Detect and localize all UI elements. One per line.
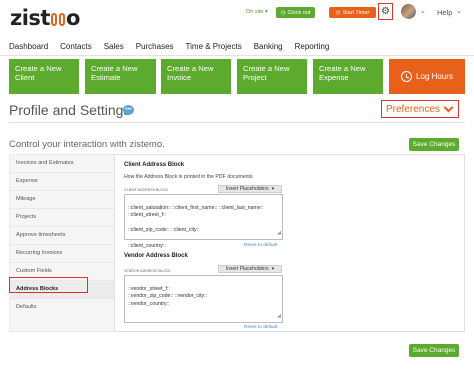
chevron-down-icon[interactable]: ⌄ xyxy=(420,7,426,15)
chevron-down-icon[interactable]: ⌄ xyxy=(456,7,462,15)
tile-label: Create a New Client xyxy=(15,64,62,82)
nav-dashboard[interactable]: Dashboard xyxy=(9,42,48,51)
page-title: Profile and Settings xyxy=(9,102,131,118)
tile-label: Create a New Project xyxy=(243,64,290,82)
onsite-label: On site xyxy=(246,9,264,15)
save-changes-button-bottom[interactable]: Save Changes xyxy=(409,344,459,357)
settings-sidebar: Invoices and Estimates Expense Mileage P… xyxy=(9,154,115,332)
vendor-insert-placeholders-button[interactable]: Insert Placeholders ▾ xyxy=(218,265,282,273)
active-item-highlight xyxy=(9,277,88,293)
resize-handle-icon[interactable]: ◢ xyxy=(277,313,281,321)
clock-out-button[interactable]: ◷ Clock out xyxy=(276,7,315,18)
help-link[interactable]: Help xyxy=(437,8,452,17)
create-expense-tile[interactable]: Create a New Expense xyxy=(313,59,383,94)
zistemo-logo[interactable]: zistemo zisto xyxy=(10,6,80,30)
clock-out-label: Clock out xyxy=(287,9,311,16)
user-avatar[interactable] xyxy=(401,4,416,19)
clock-icon xyxy=(401,71,413,82)
sidebar-item-expense[interactable]: Expense xyxy=(10,173,115,191)
preferences-dropdown[interactable]: Preferences xyxy=(381,100,459,118)
nav-contacts[interactable]: Contacts xyxy=(60,42,92,51)
tile-label: Create a New Invoice xyxy=(167,64,214,82)
create-estimate-tile[interactable]: Create a New Estimate xyxy=(85,59,156,94)
vendor-reset-link[interactable]: Reset to default xyxy=(244,325,278,330)
insert-placeholders-label: Insert Placeholders xyxy=(225,186,269,192)
chevron-down-icon: ▾ xyxy=(271,266,275,272)
sidebar-item-mileage[interactable]: Mileage xyxy=(10,191,115,209)
vendor-address-text: ::vendor_street_f:: ::vendor_zip_code:: … xyxy=(128,285,208,307)
control-description: Control your interaction with zistemo. xyxy=(9,139,165,150)
client-block-heading: Client Address Block xyxy=(124,162,185,168)
resize-handle-icon[interactable]: ◢ xyxy=(277,230,281,238)
nav-purchases[interactable]: Purchases xyxy=(136,42,174,51)
vendor-address-textarea[interactable]: ::vendor_street_f:: ::vendor_zip_code:: … xyxy=(124,275,283,323)
log-hours-tile[interactable]: Log Hours xyxy=(389,59,465,94)
create-invoice-tile[interactable]: Create a New Invoice xyxy=(161,59,231,94)
vendor-block-label: VENDOR ADDRESS BLOCK xyxy=(124,269,171,273)
preferences-label: Preferences xyxy=(386,103,440,115)
sidebar-item-invoices-estimates[interactable]: Invoices and Estimates xyxy=(10,155,115,173)
clock-icon: ◷ xyxy=(335,9,341,16)
nav-divider xyxy=(0,55,474,56)
insert-placeholders-label: Insert Placeholders xyxy=(225,266,269,272)
nav-sales[interactable]: Sales xyxy=(104,42,124,51)
main-nav: Dashboard Contacts Sales Purchases Time … xyxy=(9,42,329,51)
nav-time-projects[interactable]: Time & Projects xyxy=(186,42,242,51)
client-reset-link[interactable]: Reset to default xyxy=(244,243,278,248)
sidebar-item-projects[interactable]: Projects xyxy=(10,209,115,227)
start-timer-label: Start Timer xyxy=(342,9,370,16)
chevron-down-icon xyxy=(443,102,454,112)
client-address-textarea[interactable]: ::client_salutation:: ::client_first_nam… xyxy=(124,194,283,249)
tile-label: Create a New Expense xyxy=(319,64,366,82)
chevron-down-icon: ▾ xyxy=(271,186,275,192)
gear-icon: ⚙ xyxy=(381,6,390,17)
start-timer-button[interactable]: ◷ Start Timer xyxy=(329,7,376,18)
onsite-status[interactable]: On site ▾ xyxy=(246,9,268,15)
sidebar-item-recurring-invoices[interactable]: Recurring Invoices xyxy=(10,245,115,263)
sidebar-item-approve-timesheets[interactable]: Approve timesheets xyxy=(10,227,115,245)
tile-label: Create a New Estimate xyxy=(91,64,138,82)
nav-reporting[interactable]: Reporting xyxy=(295,42,330,51)
title-divider xyxy=(9,122,465,123)
sidebar-item-defaults[interactable]: Defaults xyxy=(10,299,115,317)
client-insert-placeholders-button[interactable]: Insert Placeholders ▾ xyxy=(218,185,282,193)
chat-bubble-icon[interactable]: ••• xyxy=(123,105,134,115)
save-changes-button-top[interactable]: Save Changes xyxy=(409,138,459,151)
tile-label: Log Hours xyxy=(416,72,453,81)
clock-icon: ◷ xyxy=(280,9,286,16)
nav-banking[interactable]: Banking xyxy=(254,42,283,51)
settings-gear-button[interactable]: ⚙ xyxy=(378,3,393,20)
create-project-tile[interactable]: Create a New Project xyxy=(237,59,307,94)
vendor-block-heading: Vendor Address Block xyxy=(124,253,188,259)
create-client-tile[interactable]: Create a New Client xyxy=(9,59,79,94)
client-block-label: CLIENT ADDRESS BLOCK xyxy=(124,188,169,192)
client-block-description: How the Address Block is printed in the … xyxy=(124,174,253,180)
